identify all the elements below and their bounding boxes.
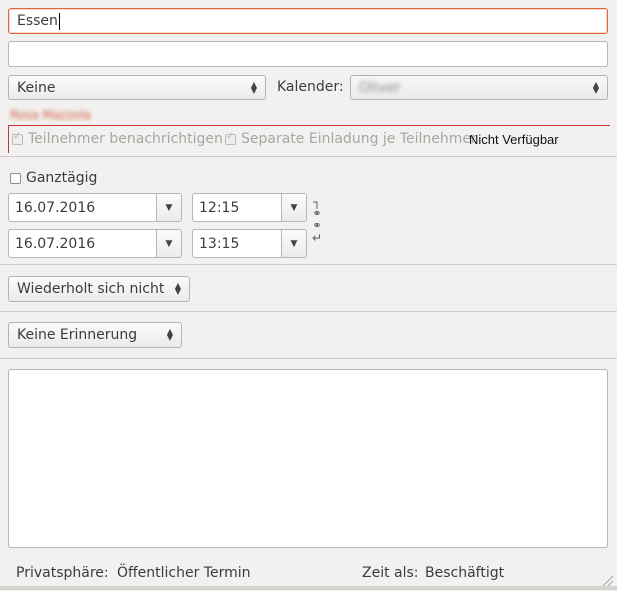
title-input-value: Essen — [17, 13, 58, 29]
calendar-select-value: Oliver — [359, 79, 401, 96]
allday-label: Ganztägig — [26, 170, 98, 186]
recurrence-select-value: Wiederholt sich nicht — [17, 281, 165, 297]
updown-arrows-icon: ▲ ▼ — [174, 281, 181, 296]
organizer-select[interactable]: Keine ▲ ▼ — [8, 75, 266, 100]
updown-arrows-icon: ▲ ▼ — [250, 79, 257, 95]
title-input[interactable]: Essen — [8, 8, 608, 34]
separator — [0, 156, 617, 157]
end-date-picker[interactable]: 16.07.2016 ▼ — [8, 229, 182, 258]
checkbox-box — [225, 131, 236, 145]
notify-attendees-checkbox[interactable]: Teilnehmer benachrichtigen — [12, 131, 223, 147]
reminder-select[interactable]: Keine Erinnerung ▲ ▼ — [8, 322, 182, 348]
show-as-value[interactable]: Beschäftigt — [425, 565, 504, 581]
availability-label: Nicht Verfügbar — [469, 132, 559, 147]
separate-invitation-label: Separate Einladung je Teilnehmer — [241, 131, 477, 147]
checkbox-box — [10, 172, 21, 184]
description-textarea[interactable] — [8, 369, 608, 548]
window-bottom-edge — [0, 586, 617, 590]
privacy-value[interactable]: Öffentlicher Termin — [117, 565, 251, 581]
checkbox-box — [12, 131, 23, 145]
start-date-picker[interactable]: 16.07.2016 ▼ — [8, 193, 182, 222]
separate-invitation-checkbox[interactable]: Separate Einladung je Teilnehmer — [225, 131, 477, 147]
separator — [0, 358, 617, 359]
allday-checkbox[interactable]: Ganztägig — [10, 170, 97, 186]
location-input[interactable] — [8, 41, 608, 67]
attendee-divider — [8, 125, 610, 126]
start-time-picker[interactable]: 12:15 ▼ — [192, 193, 307, 222]
attendee-name: Rosa Mazzola — [10, 108, 91, 122]
calendar-label: Kalender: — [277, 79, 344, 95]
chevron-down-icon[interactable]: ▼ — [156, 230, 181, 257]
chevron-down-icon[interactable]: ▼ — [156, 194, 181, 221]
end-date-value: 16.07.2016 — [15, 235, 96, 252]
chain-link-icon[interactable]: ┐ ⚭ ⚭ ↵ — [311, 196, 323, 251]
chevron-down-icon[interactable]: ▼ — [281, 230, 306, 257]
organizer-select-value: Keine — [17, 79, 56, 96]
separator — [0, 311, 617, 312]
chevron-down-icon[interactable]: ▼ — [281, 194, 306, 221]
privacy-label: Privatsphäre: — [16, 565, 109, 581]
resize-grip[interactable] — [600, 573, 614, 587]
show-as-label: Zeit als: — [362, 565, 419, 581]
start-date-value: 16.07.2016 — [15, 199, 96, 216]
recurrence-select[interactable]: Wiederholt sich nicht ▲ ▼ — [8, 276, 190, 302]
reminder-select-value: Keine Erinnerung — [17, 327, 138, 343]
text-caret — [58, 12, 60, 30]
calendar-select[interactable]: Oliver ▲ ▼ — [350, 75, 608, 100]
start-time-value: 12:15 — [199, 199, 240, 216]
end-time-value: 13:15 — [199, 235, 240, 252]
separator — [0, 264, 617, 265]
updown-arrows-icon: ▲ ▼ — [592, 79, 599, 95]
end-time-picker[interactable]: 13:15 ▼ — [192, 229, 307, 258]
notify-attendees-label: Teilnehmer benachrichtigen — [28, 131, 223, 147]
updown-arrows-icon: ▲ ▼ — [166, 327, 173, 342]
attendee-divider-left — [8, 125, 9, 153]
